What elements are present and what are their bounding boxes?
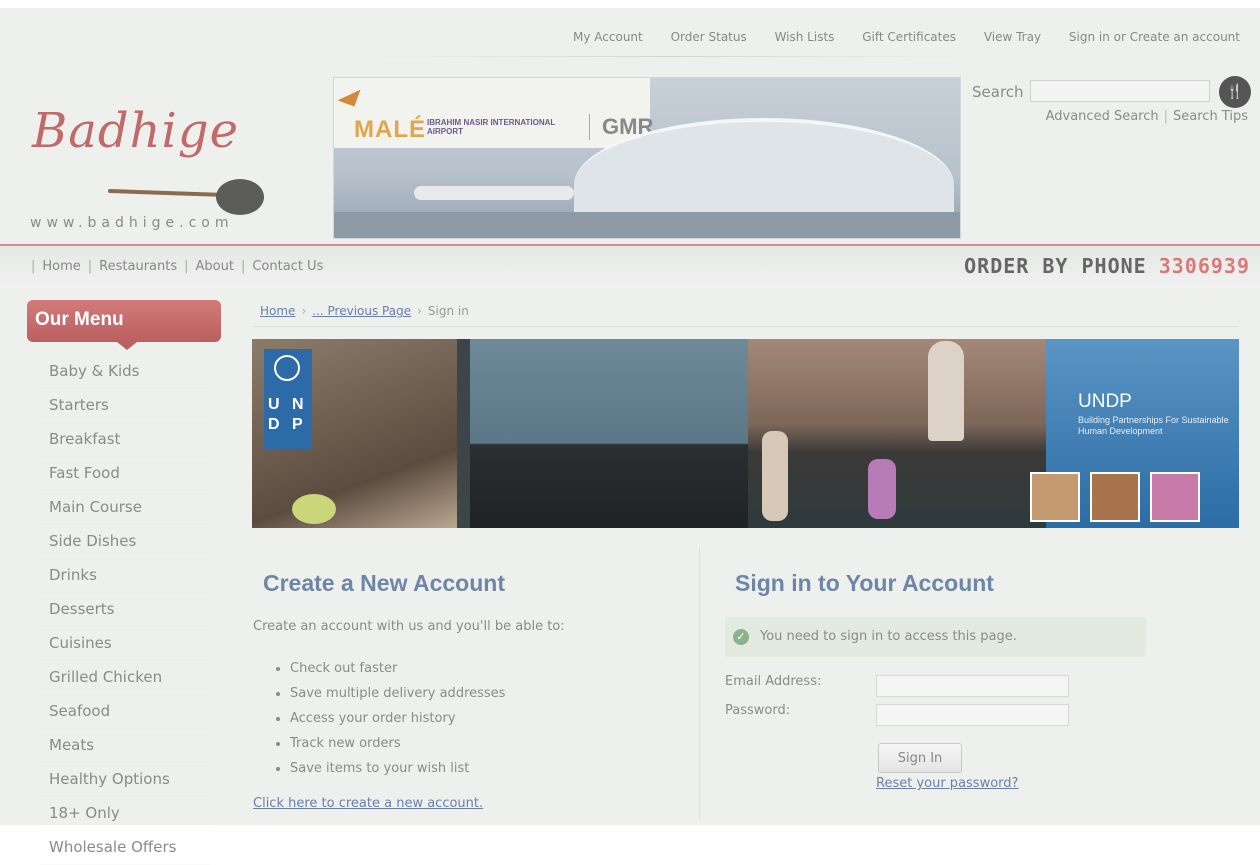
menu-item-grilled-chicken[interactable]: Grilled Chicken — [40, 661, 210, 695]
menu-item-18-plus[interactable]: 18+ Only — [40, 797, 210, 831]
menu-item-desserts[interactable]: Desserts — [40, 593, 210, 627]
breadcrumb-separator: › — [417, 304, 422, 318]
email-field[interactable] — [876, 675, 1069, 697]
account-nav: My Account Order Status Wish Lists Gift … — [549, 30, 1240, 44]
sign-in-button[interactable]: Sign In — [878, 743, 962, 773]
wish-lists-link[interactable]: Wish Lists — [775, 30, 835, 44]
site-logo[interactable]: Badhige www.badhige.com — [30, 103, 270, 243]
undp-banner[interactable]: U N D P UNDP Building Partnerships For S… — [252, 339, 1239, 528]
order-status-link[interactable]: Order Status — [671, 30, 747, 44]
undp-logo-line: U N — [268, 396, 308, 413]
breadcrumb-separator: › — [301, 304, 307, 318]
search-tips-link[interactable]: Search Tips — [1173, 109, 1248, 124]
banner-thumbnail — [1030, 472, 1080, 522]
my-account-link[interactable]: My Account — [573, 30, 643, 44]
nav-about[interactable]: About — [196, 259, 234, 274]
menu-item-healthy-options[interactable]: Healthy Options — [40, 763, 210, 797]
search-label: Search — [972, 83, 1024, 101]
password-field[interactable] — [876, 704, 1069, 726]
menu-item-wholesale-offers[interactable]: Wholesale Offers — [40, 831, 210, 865]
column-divider — [699, 548, 700, 818]
create-account-link[interactable]: Click here to create a new account. — [253, 796, 483, 811]
page: My Account Order Status Wish Lists Gift … — [0, 8, 1260, 856]
menu-item-main-course[interactable]: Main Course — [40, 491, 210, 525]
banner-thumbnail — [1090, 472, 1140, 522]
menu-header: Our Menu — [27, 300, 221, 350]
undp-title: UNDP — [1078, 391, 1132, 412]
benefits-list: Check out faster Save multiple delivery … — [270, 656, 505, 781]
search-input[interactable] — [1030, 80, 1210, 102]
password-label: Password: — [725, 703, 791, 718]
advanced-search-link[interactable]: Advanced Search — [1046, 109, 1159, 124]
menu-item-breakfast[interactable]: Breakfast — [40, 423, 210, 457]
benefit-item: Save multiple delivery addresses — [290, 681, 505, 706]
order-by-phone: ORDER BY PHONE 3306939 — [964, 254, 1250, 278]
banner-male-text: MALÉ — [354, 116, 426, 143]
menu-item-baby-kids[interactable]: Baby & Kids — [40, 355, 210, 389]
sign-in-title: Sign in to Your Account — [735, 570, 994, 596]
menu-item-side-dishes[interactable]: Side Dishes — [40, 525, 210, 559]
divider: | — [240, 259, 246, 274]
un-globe-icon — [274, 355, 300, 381]
view-tray-link[interactable]: View Tray — [984, 30, 1041, 44]
undp-logo-line: D P — [268, 416, 307, 433]
main-nav: | Home | Restaurants | About | Contact Us ORDER… — [0, 246, 1260, 288]
phone-number: 3306939 — [1158, 254, 1250, 278]
divider: | — [1163, 109, 1169, 124]
menu-list: Baby & Kids Starters Breakfast Fast Food… — [40, 355, 210, 865]
banner-child-figure — [762, 431, 788, 521]
breadcrumb-previous[interactable]: ... Previous Page — [312, 304, 411, 318]
breadcrumb-home[interactable]: Home — [260, 304, 295, 318]
fork-knife-icon[interactable]: 🍴 — [1219, 76, 1251, 108]
divider: | — [31, 259, 36, 274]
menu-item-seafood[interactable]: Seafood — [40, 695, 210, 729]
menu-item-fast-food[interactable]: Fast Food — [40, 457, 210, 491]
create-account-title: Create a New Account — [263, 570, 505, 596]
main-nav-links: | Home | Restaurants | About | Contact Us — [24, 259, 323, 274]
water-reflection-image — [334, 212, 960, 238]
banner-photo-children — [748, 339, 1046, 528]
airplane-image — [414, 186, 574, 200]
menu-item-drinks[interactable]: Drinks — [40, 559, 210, 593]
menu-item-cuisines[interactable]: Cuisines — [40, 627, 210, 661]
notice-message: You need to sign in to access this page. — [760, 629, 1017, 644]
sign-in-notice: ✓ You need to sign in to access this pag… — [725, 617, 1146, 657]
banner-airport-name: IBRAHIM NASIR INTERNATIONAL AIRPORT — [427, 118, 556, 136]
banner-thumbnail — [1150, 472, 1200, 522]
undp-tagline: Building Partnerships For Sustainable Hu… — [1078, 415, 1229, 436]
menu-title: Our Menu — [35, 309, 124, 330]
logo-url: www.badhige.com — [30, 215, 234, 231]
divider: | — [87, 259, 93, 274]
menu-item-starters[interactable]: Starters — [40, 389, 210, 423]
banner-fruit-image — [292, 494, 336, 524]
benefit-item: Check out faster — [290, 656, 505, 681]
benefit-item: Track new orders — [290, 731, 505, 756]
nav-contact-us[interactable]: Contact Us — [252, 259, 323, 274]
nav-restaurants[interactable]: Restaurants — [99, 259, 177, 274]
divider: | — [184, 259, 189, 274]
sign-in-create-account-link[interactable]: Sign in or Create an account — [1069, 30, 1240, 44]
breadcrumb-rule — [253, 326, 1239, 327]
create-account-intro: Create an account with us and you'll be … — [253, 619, 565, 634]
breadcrumb: Home › ... Previous Page › Sign in — [260, 304, 469, 318]
nav-home[interactable]: Home — [42, 259, 80, 274]
menu-item-meats[interactable]: Meats — [40, 729, 210, 763]
banner-child-figure — [868, 459, 896, 519]
gift-certificates-link[interactable]: Gift Certificates — [862, 30, 956, 44]
banner-photo-houses — [470, 339, 748, 528]
airport-banner[interactable]: MALÉ IBRAHIM NASIR INTERNATIONAL AIRPORT… — [333, 77, 961, 239]
reset-password-link[interactable]: Reset your password? — [876, 776, 1018, 791]
undp-logo-text: U N D P — [268, 395, 308, 435]
benefit-item: Access your order history — [290, 706, 505, 731]
check-circle-icon: ✓ — [733, 629, 749, 645]
order-by-phone-label: ORDER BY PHONE — [964, 254, 1147, 278]
search-links: Advanced Search | Search Tips — [1046, 109, 1248, 124]
top-divider — [370, 56, 970, 57]
banner-child-figure — [928, 341, 964, 441]
breadcrumb-current: Sign in — [427, 304, 469, 318]
email-label: Email Address: — [725, 674, 822, 689]
benefit-item: Save items to your wish list — [290, 756, 505, 781]
